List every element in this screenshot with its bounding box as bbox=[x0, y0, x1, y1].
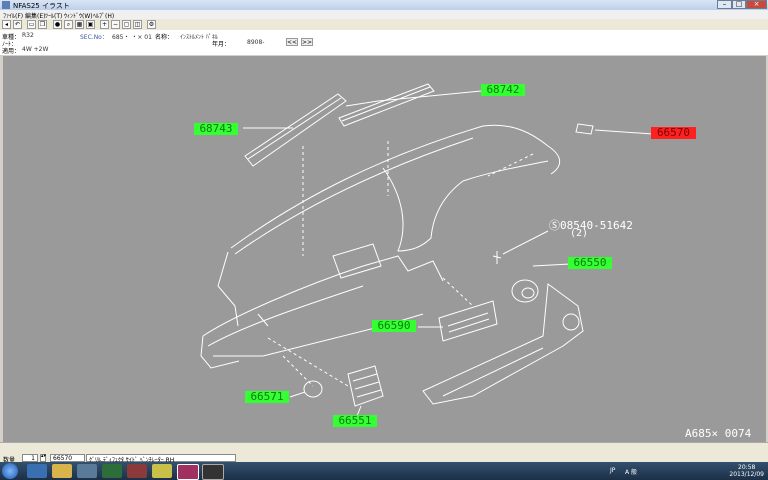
app-icon bbox=[2, 1, 10, 9]
clock-time: 20:58 bbox=[738, 464, 756, 471]
part-label-68742[interactable]: 68742 bbox=[481, 84, 525, 96]
model-value: R32 bbox=[22, 32, 34, 39]
side-vent-rh-inner bbox=[521, 287, 535, 299]
chrome-icon[interactable] bbox=[152, 464, 172, 478]
ime-indicator[interactable]: A 般 bbox=[625, 467, 637, 476]
language-indicator[interactable]: JP bbox=[610, 467, 615, 474]
window-icon[interactable]: ▢ bbox=[122, 20, 131, 29]
name-label: 名称： bbox=[155, 34, 174, 41]
info-panel: 車種： R32 ﾉｰﾄ： 適用： 4W +2W SEC.No： 685・ ・× … bbox=[0, 30, 768, 55]
x-app-icon[interactable] bbox=[127, 464, 147, 478]
center-panel bbox=[332, 243, 382, 279]
minimize-button[interactable]: – bbox=[717, 0, 732, 9]
zoom-out-icon[interactable]: − bbox=[111, 20, 120, 29]
settings-icon[interactable]: ⚙ bbox=[147, 20, 156, 29]
copy-icon[interactable]: ❐ bbox=[38, 20, 47, 29]
prev-button[interactable]: << bbox=[286, 38, 298, 46]
grille-inner-line-2 bbox=[341, 86, 431, 122]
part-label-66571[interactable]: 66571 bbox=[245, 391, 289, 403]
maximize-button[interactable]: □ bbox=[732, 0, 746, 9]
center-vent-louvers bbox=[447, 312, 490, 333]
dash-left-end bbox=[217, 251, 239, 327]
leader-dashed-5 bbox=[442, 277, 474, 307]
bolt-quantity: (2) bbox=[570, 228, 589, 239]
side-defroster-grille bbox=[575, 123, 594, 135]
taskbar: JP A 般 20:58 2013/12/09 bbox=[0, 462, 768, 480]
part-label-68743[interactable]: 68743 bbox=[194, 123, 238, 135]
vent-ring-lh bbox=[303, 380, 323, 398]
circle-icon[interactable]: ● bbox=[53, 20, 62, 29]
leader-66570 bbox=[594, 129, 654, 135]
fit-icon[interactable]: ▣ bbox=[86, 20, 95, 29]
start-button[interactable] bbox=[2, 463, 18, 479]
part-label-66550[interactable]: 66550 bbox=[568, 257, 612, 269]
meter-hood bbox=[382, 167, 464, 252]
excel-icon[interactable] bbox=[102, 464, 122, 478]
panel-hole bbox=[562, 313, 580, 331]
sec-value: 685・ ・× 01 bbox=[112, 34, 152, 41]
lower-panel-rh bbox=[422, 283, 584, 405]
bolt-graphic bbox=[492, 251, 502, 264]
clock[interactable]: 20:58 2013/12/09 bbox=[729, 464, 764, 478]
diagram-canvas[interactable]: 68742 68743 66570 66550 66590 66571 6655… bbox=[3, 56, 766, 442]
apply-label: 適用： bbox=[2, 48, 21, 55]
back-icon[interactable]: ◂ bbox=[2, 20, 11, 29]
part-number-field[interactable]: 66570 bbox=[50, 454, 85, 462]
grid-icon[interactable]: ▦ bbox=[75, 20, 84, 29]
part-name-field[interactable]: ｸﾞﾘﾙ,ﾃﾞｨﾌｪｸﾀ ｻｲﾄﾞ ﾍﾞﾝﾁﾚｰﾀｰ RH bbox=[86, 454, 236, 464]
nissan-app-icon[interactable] bbox=[177, 464, 199, 480]
year-label: 年月： bbox=[212, 41, 231, 48]
part-label-66570-selected[interactable]: 66570 bbox=[651, 127, 696, 139]
year-value: 8908- bbox=[247, 39, 265, 46]
lower-panel-edge bbox=[442, 347, 544, 397]
media-icon[interactable] bbox=[77, 464, 97, 478]
bolt-part-label: Ⓢ08540-51642 bbox=[549, 219, 633, 232]
clock-date: 2013/12/09 bbox=[729, 471, 764, 478]
zoom-in-icon[interactable]: + bbox=[100, 20, 109, 29]
qty-spinner[interactable]: ▴▾ bbox=[40, 454, 46, 462]
side-vent-rh bbox=[511, 279, 539, 303]
zoom-icon[interactable]: ⌕ bbox=[64, 20, 73, 29]
leader-bolt bbox=[502, 230, 549, 255]
dash-top-outline bbox=[230, 124, 561, 249]
leader-66550 bbox=[532, 263, 571, 267]
dashboard-illustration bbox=[200, 83, 654, 417]
figure-code: A685× 0074 bbox=[685, 427, 752, 440]
sec-label: SEC.No： bbox=[80, 34, 108, 41]
meter-hood-top bbox=[462, 160, 549, 182]
qty-value: 1 bbox=[31, 455, 35, 462]
explorer-icon[interactable] bbox=[52, 464, 72, 478]
print-icon[interactable]: ▭ bbox=[27, 20, 36, 29]
leader-dashed-1 bbox=[302, 141, 389, 256]
apply-value: 4W +2W bbox=[22, 46, 49, 53]
part-number-value: 66570 bbox=[53, 455, 73, 462]
part-label-66551[interactable]: 66551 bbox=[333, 415, 377, 427]
qty-input[interactable]: 1 bbox=[22, 454, 38, 462]
menu-bar: ﾌｧｲﾙ(F) 編集(E) ﾂｰﾙ(T) ｳｨﾝﾄﾞｳ(W) ﾍﾙﾌﾟ(H) bbox=[0, 10, 768, 20]
dash-left-bottom bbox=[200, 335, 240, 369]
next-button[interactable]: >> bbox=[301, 38, 313, 46]
leader-dashed-4 bbox=[282, 355, 314, 387]
undo-icon[interactable]: ↶ bbox=[13, 20, 22, 29]
center-vent bbox=[438, 300, 498, 342]
side-vent-lh-louvers bbox=[352, 373, 382, 398]
close-button[interactable]: × bbox=[746, 0, 767, 9]
fast-app-icon[interactable] bbox=[202, 464, 224, 480]
part-label-66590[interactable]: 66590 bbox=[372, 320, 416, 332]
dash-top-inner bbox=[234, 137, 474, 255]
ie-icon[interactable] bbox=[27, 464, 47, 478]
split-icon[interactable]: ◫ bbox=[133, 20, 142, 29]
status-bar: 数量 1 ▴▾ 66570 ｸﾞﾘﾙ,ﾃﾞｨﾌｪｸﾀ ｻｲﾄﾞ ﾍﾞﾝﾁﾚｰﾀｰ… bbox=[0, 442, 768, 464]
leader-66571 bbox=[289, 391, 306, 398]
